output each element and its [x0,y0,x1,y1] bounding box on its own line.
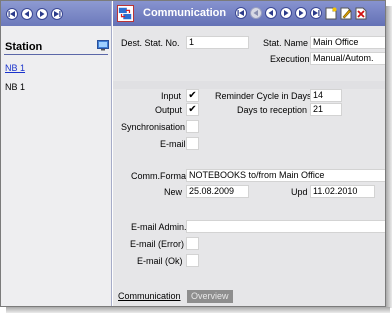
app-window: Station NB 1 NB 1 Communication Dest. St… [0,0,386,307]
days-to-reception-field[interactable]: 21 [310,103,342,116]
last-record-button[interactable] [51,7,63,20]
stat-name-field[interactable]: Main Office [310,36,385,49]
next-icon [40,10,45,17]
panel-toolbar: Communication [113,1,385,26]
input-label: Input [161,91,182,101]
window-shadow-right [386,6,392,308]
first-icon [8,10,15,17]
panel-next-button[interactable] [295,7,307,19]
execution-field[interactable]: Manual/Autom. [310,52,385,65]
monitor-icon[interactable] [97,40,109,51]
tab-communication[interactable]: Communication [118,291,181,301]
days-to-reception-label: Days to reception [237,105,308,115]
station-link[interactable]: NB 1 [5,63,25,73]
sidebar-title: Station [5,41,43,53]
previous-icon [24,10,29,17]
upd-label: Upd [291,187,308,197]
output-label: Output [155,105,183,115]
panel-title: Communication [143,7,227,19]
dest-stat-no-field[interactable]: 1 [186,36,249,49]
forward-icon [284,10,289,16]
main-panel: Communication Dest. Stat. No. 1 Stat. Na… [113,1,385,306]
tab-overview[interactable]: Overview [187,290,233,303]
next-record-button[interactable] [36,7,48,20]
first-record-button[interactable] [6,7,18,20]
tab-bar: Communication Overview [113,290,385,304]
email-error-label: E-mail (Error) [130,239,184,249]
email-checkbox[interactable] [186,137,199,150]
reminder-cycle-field[interactable]: 14 [310,89,342,102]
first-icon [237,10,244,16]
last-icon [313,10,320,16]
new-date-field: 25.08.2009 [186,185,249,198]
synchronisation-checkbox[interactable] [186,120,199,133]
reminder-cycle-label: Reminder Cycle in Days [215,91,312,101]
output-checkbox[interactable]: ✔ [186,103,199,116]
upd-date-field: 11.02.2010 [310,185,375,198]
email-label: E-mail [160,139,186,149]
section-divider [113,81,385,89]
comm-format-label: Comm.Format [131,171,189,181]
station-item[interactable]: NB 1 [5,82,25,92]
panel-first-button[interactable] [235,7,247,19]
new-label: New [164,187,183,197]
synchronisation-label: Synchronisation [121,122,186,132]
previous-record-button[interactable] [21,7,33,20]
email-ok-label: E-mail (Ok) [137,256,183,266]
panel-back-button[interactable] [265,7,277,19]
sidebar-divider [4,54,108,55]
panel-toolbar-buttons [235,7,367,20]
sidebar: Station NB 1 NB 1 [1,1,112,306]
window-shadow-bottom [6,307,390,313]
email-ok-field[interactable] [186,254,199,267]
edit-document-icon[interactable] [340,7,352,20]
communication-app-icon [117,5,134,22]
delete-document-icon[interactable] [355,7,367,20]
execution-label: Execution [270,54,310,64]
dest-stat-no-label: Dest. Stat. No. [121,38,180,48]
previous-icon [253,10,258,16]
panel-last-button[interactable] [310,7,322,19]
email-error-field[interactable] [186,237,199,250]
email-admin-field[interactable] [186,220,385,233]
next-icon [299,10,304,16]
panel-previous-button[interactable] [250,7,262,19]
back-icon [268,10,273,16]
email-admin-label: E-mail Admin. [131,222,187,232]
new-document-icon[interactable] [325,7,337,20]
stat-name-label: Stat. Name [263,38,309,48]
sidebar-toolbar [1,1,111,26]
panel-forward-button[interactable] [280,7,292,19]
comm-format-field[interactable]: NOTEBOOKS to/from Main Office [186,169,385,182]
last-icon [54,10,61,17]
input-checkbox[interactable]: ✔ [186,89,199,102]
